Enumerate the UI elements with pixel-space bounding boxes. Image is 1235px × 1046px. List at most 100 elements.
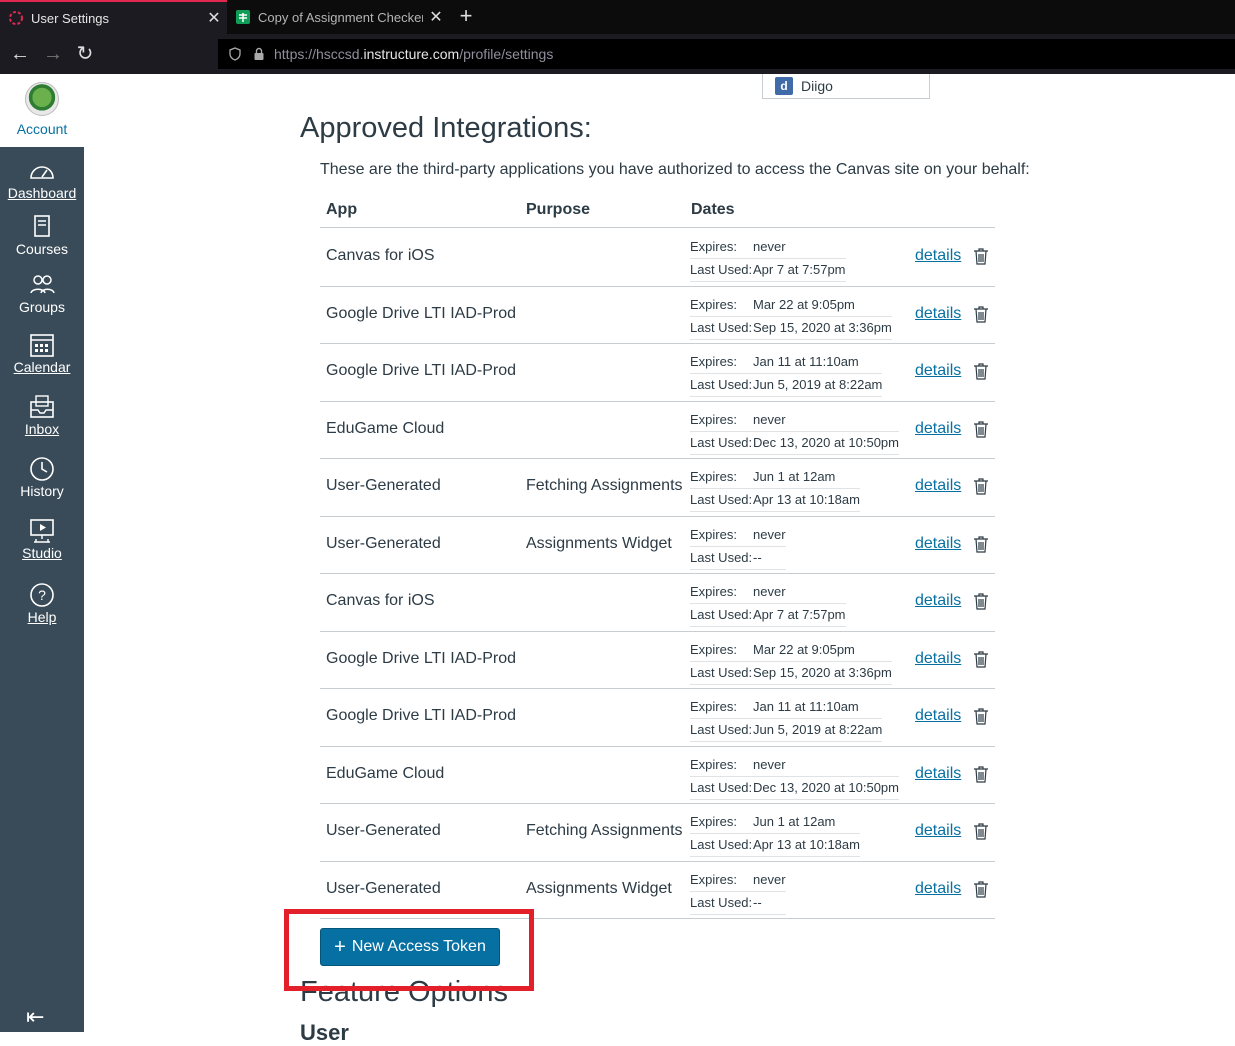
trash-icon[interactable] [973,477,989,495]
trash-icon[interactable] [973,707,989,725]
expires-value: never [753,239,786,254]
last-used-line: Last Used: Apr 13 at 10:18am [690,834,860,857]
url-bar[interactable]: https://hsccsd. instructure.com/profile/s… [218,39,1235,69]
details-link[interactable]: details [915,650,961,668]
nav-groups[interactable]: Groups [0,272,84,315]
table-header: App Purpose Dates [320,196,995,228]
tab-user-settings[interactable]: User Settings ✕ [0,0,227,34]
dates: Expires: never Last Used: Apr 7 at 7:57pm [690,581,846,627]
dates: Expires: never Last Used: -- [690,869,786,915]
forward-icon[interactable]: → [40,41,66,67]
last-used-value: Sep 15, 2020 at 3:36pm [753,664,892,680]
integrations-table: Canvas for iOS Expires: never Last Used: Apr… [320,229,995,919]
dates: Expires: Jan 11 at 11:10am Last Used: Jun 5… [690,696,883,742]
details-link[interactable]: details [915,880,961,898]
trash-icon[interactable] [973,880,989,898]
app-name: Google Drive LTI IAD-Prod [326,362,516,379]
back-icon[interactable]: ← [7,41,33,67]
last-used-label: Last Used: [690,837,753,852]
nav-courses[interactable]: Courses [0,214,84,257]
table-row: Canvas for iOS Expires: never Last Used: Apr… [320,574,995,632]
last-used-line: Last Used: Apr 13 at 10:18am [690,489,860,512]
expires-label: Expires: [690,756,737,772]
trash-icon[interactable] [973,420,989,438]
new-tab-icon[interactable]: + [454,4,478,30]
last-used-label: Last Used: [690,894,753,910]
details-link[interactable]: details [915,592,961,610]
expires-line: Expires: Jan 11 at 11:10am [690,696,883,719]
expires-value: Jun 1 at 12am [753,469,836,484]
details-link[interactable]: details [915,305,961,323]
trash-icon[interactable] [973,822,989,840]
svg-text:?: ? [38,587,46,603]
trash-icon[interactable] [973,362,989,380]
last-used-value: Apr 13 at 10:18am [753,837,860,852]
last-used-value: Jun 5, 2019 at 8:22am [753,377,883,392]
trash-icon[interactable] [973,247,989,265]
last-used-label: Last Used: [690,319,753,335]
expires-value: never [753,526,786,542]
last-used-line: Last Used: Jun 5, 2019 at 8:22am [690,719,883,742]
details-link[interactable]: details [915,822,961,840]
trash-icon[interactable] [973,305,989,323]
expires-value: Jan 11 at 11:10am [753,354,859,369]
url-prefix: https://hsccsd. [274,46,364,62]
close-tab-icon[interactable]: ✕ [201,8,227,28]
expires-label: Expires: [690,411,737,427]
details-link[interactable]: details [915,477,961,495]
details-link[interactable]: details [915,765,961,783]
trash-icon[interactable] [973,765,989,783]
last-used-line: Last Used: Sep 15, 2020 at 3:36pm [690,662,892,685]
nav-help[interactable]: ? Help [0,582,84,625]
expires-label: Expires: [690,354,737,369]
sheets-icon [236,10,250,24]
expires-value: Jun 1 at 12am [753,814,836,829]
help-icon: ? [30,583,54,607]
nav-account[interactable]: Account [0,74,84,147]
feature-options-subheading: User [300,1020,349,1045]
last-used-value: Dec 13, 2020 at 10:50pm [753,434,899,450]
trash-icon[interactable] [973,650,989,668]
nav-calendar[interactable]: Calendar [0,332,84,375]
last-used-line: Last Used: Dec 13, 2020 at 10:50pm [690,432,899,455]
dates: Expires: Jun 1 at 12am Last Used: Apr 13 at… [690,811,860,857]
expires-line: Expires: never [690,236,846,259]
last-used-line: Last Used: Apr 7 at 7:57pm [690,259,846,282]
diigo-item[interactable]: d Diigo [762,74,930,99]
header-app: App [326,201,358,218]
shield-icon [229,47,241,61]
purpose: Assignments Widget [526,879,672,897]
last-used-label: Last Used: [690,262,753,277]
nav-inbox[interactable]: Inbox [0,394,84,437]
last-used-label: Last Used: [690,434,753,450]
navigation-bar: ← → ↻ https://hsccsd. instructure.com/pro… [0,34,1235,74]
canvas-icon [9,11,23,25]
close-tab-icon[interactable]: ✕ [423,7,449,27]
dates: Expires: Jan 11 at 11:10am Last Used: Jun 5… [690,351,883,397]
page-title: Approved Integrations: [300,112,592,144]
nav-dashboard-label: Dashboard [7,185,77,201]
last-used-label: Last Used: [690,779,753,795]
nav-dashboard[interactable]: Dashboard [0,158,84,201]
last-used-value: -- [753,894,762,910]
groups-icon [30,275,55,294]
last-used-line: Last Used: -- [690,547,786,570]
details-link[interactable]: details [915,420,961,438]
trash-icon[interactable] [973,592,989,610]
reload-icon[interactable]: ↻ [72,41,98,67]
details-link[interactable]: details [915,535,961,553]
dates: Expires: Mar 22 at 9:05pm Last Used: Sep 15… [690,639,892,685]
tab-assignment-checker[interactable]: Copy of Assignment Checker ( ✕ [227,0,449,34]
details-link[interactable]: details [915,247,961,265]
details-link[interactable]: details [915,362,961,380]
highlight-box [284,909,534,991]
expires-label: Expires: [690,699,737,714]
nav-history[interactable]: History [0,456,84,499]
trash-icon[interactable] [973,535,989,553]
app-name: EduGame Cloud [326,419,445,437]
nav-studio[interactable]: Studio [0,518,84,561]
collapse-nav-icon[interactable]: ⇤ [26,1004,44,1030]
last-used-label: Last Used: [690,492,753,507]
details-link[interactable]: details [915,707,961,725]
dates: Expires: never Last Used: -- [690,524,786,570]
